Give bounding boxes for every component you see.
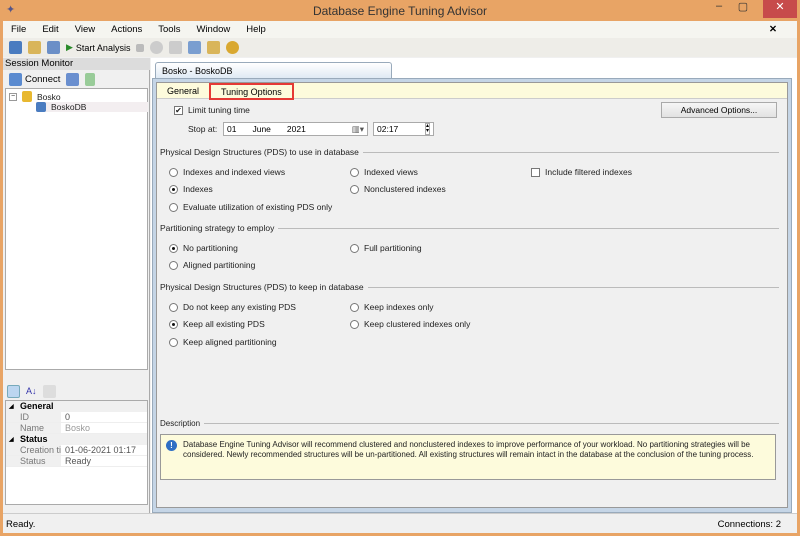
description-box: ! Database Engine Tuning Advisor will re… (160, 434, 776, 480)
title-bar: ✦ Database Engine Tuning Advisor – ▢ ✕ (0, 0, 800, 21)
radio-evaluate-existing-pds[interactable]: Evaluate utilization of existing PDS onl… (169, 202, 332, 212)
tab-general[interactable]: General (159, 85, 207, 99)
save-recommendations-icon[interactable] (169, 41, 183, 54)
stop-at-date-picker[interactable]: 01 June 2021 ▥▾ (223, 122, 368, 136)
category-status[interactable]: Status (6, 434, 147, 445)
stop-icon[interactable] (136, 43, 145, 52)
stop-at-label: Stop at: (188, 124, 218, 134)
menu-bar: File Edit View Actions Tools Window Help… (3, 21, 797, 38)
radio-indexed-views[interactable]: Indexed views (350, 167, 418, 177)
reports-icon[interactable] (188, 41, 202, 54)
menu-actions[interactable]: Actions (111, 24, 142, 35)
limit-tuning-time-checkbox[interactable]: ✔ Limit tuning time (174, 105, 250, 115)
help-icon[interactable] (226, 41, 240, 54)
document-tab[interactable]: Bosko - BoskoDB (155, 62, 392, 79)
radio-keep-aligned[interactable]: Keep aligned partitioning (169, 337, 277, 347)
start-analysis-button[interactable]: ▶ Start Analysis (66, 42, 130, 53)
toolbar: ▶ Start Analysis (3, 38, 797, 57)
radio-full-partitioning[interactable]: Full partitioning (350, 243, 422, 253)
minimize-button[interactable]: – (706, 0, 732, 18)
radio-keep-none[interactable]: Do not keep any existing PDS (169, 302, 296, 312)
categorized-icon[interactable] (7, 384, 20, 398)
partitioning-section-title: Partitioning strategy to employ (160, 223, 779, 233)
menu-file[interactable]: File (11, 24, 26, 35)
calendar-dropdown-icon[interactable]: ▥▾ (352, 124, 364, 135)
open-file-icon[interactable] (28, 41, 41, 54)
radio-indexes-and-indexed-views[interactable]: Indexes and indexed views (169, 167, 285, 177)
radio-keep-indexes-only[interactable]: Keep indexes only (350, 302, 433, 312)
stop-at-time-field[interactable]: 02:17 ▴ ▾ (373, 122, 434, 136)
advanced-options-button[interactable]: Advanced Options... (661, 102, 777, 118)
property-row: Creation time01-06-2021 01:17 (6, 445, 147, 456)
menu-help[interactable]: Help (246, 24, 266, 35)
tree-node-server[interactable]: − Bosko (9, 91, 61, 102)
play-icon: ▶ (66, 42, 73, 52)
connect-icon (9, 73, 22, 86)
server-icon (22, 91, 32, 102)
sort-alphabetical-icon[interactable]: A↓ (26, 386, 37, 396)
status-bar: Ready. Connections: 2 (3, 513, 797, 533)
disconnect-icon[interactable] (66, 73, 80, 86)
property-pages-icon[interactable] (42, 384, 56, 398)
spinner-icon[interactable]: ▴ ▾ (424, 123, 430, 135)
radio-keep-all[interactable]: Keep all existing PDS (169, 319, 265, 329)
close-document-icon[interactable]: ✕ (769, 24, 777, 35)
session-tree: − Bosko BoskoDB (5, 88, 148, 370)
radio-indexes[interactable]: Indexes (169, 184, 213, 194)
property-row: Name Bosko (6, 423, 147, 434)
menu-edit[interactable]: Edit (42, 24, 58, 35)
property-row: Status Ready (6, 456, 147, 467)
window-title: Database Engine Tuning Advisor (312, 4, 488, 18)
category-general[interactable]: General (6, 401, 147, 412)
pds-use-section-title: Physical Design Structures (PDS) to use … (160, 147, 779, 157)
radio-keep-clustered-only[interactable]: Keep clustered indexes only (350, 319, 470, 329)
new-session-icon[interactable] (9, 41, 22, 54)
check-icon: ✔ (174, 105, 183, 115)
include-filtered-indexes-checkbox[interactable]: Include filtered indexes (531, 167, 632, 177)
tree-node-session[interactable]: BoskoDB (36, 102, 148, 112)
radio-nonclustered-indexes[interactable]: Nonclustered indexes (350, 184, 446, 194)
property-row: ID 0 (6, 412, 147, 423)
menu-window[interactable]: Window (196, 24, 230, 35)
radio-aligned-partitioning[interactable]: Aligned partitioning (169, 260, 255, 270)
cancel-icon[interactable] (150, 41, 164, 54)
maximize-button[interactable]: ▢ (730, 0, 756, 18)
info-icon: ! (166, 440, 177, 451)
refresh-icon[interactable] (85, 73, 96, 86)
properties-grid: General ID0 NameBosko Status Creation ti… (5, 400, 148, 505)
status-text: Ready. (6, 519, 36, 530)
radio-no-partitioning[interactable]: No partitioning (169, 243, 238, 253)
pds-keep-section-title: Physical Design Structures (PDS) to keep… (160, 282, 779, 292)
menu-view[interactable]: View (75, 24, 95, 35)
session-monitor-title: Session Monitor (3, 58, 150, 70)
preview-icon[interactable] (207, 41, 221, 54)
session-icon (36, 102, 46, 112)
menu-tools[interactable]: Tools (158, 24, 180, 35)
description-label: Description (160, 419, 779, 428)
close-button[interactable]: ✕ (763, 0, 797, 18)
connections-count: Connections: 2 (717, 519, 781, 530)
tab-tuning-options[interactable]: Tuning Options (209, 83, 294, 100)
collapse-icon[interactable]: − (9, 92, 17, 101)
open-table-icon[interactable] (47, 41, 60, 54)
connect-button[interactable]: Connect (9, 73, 60, 86)
